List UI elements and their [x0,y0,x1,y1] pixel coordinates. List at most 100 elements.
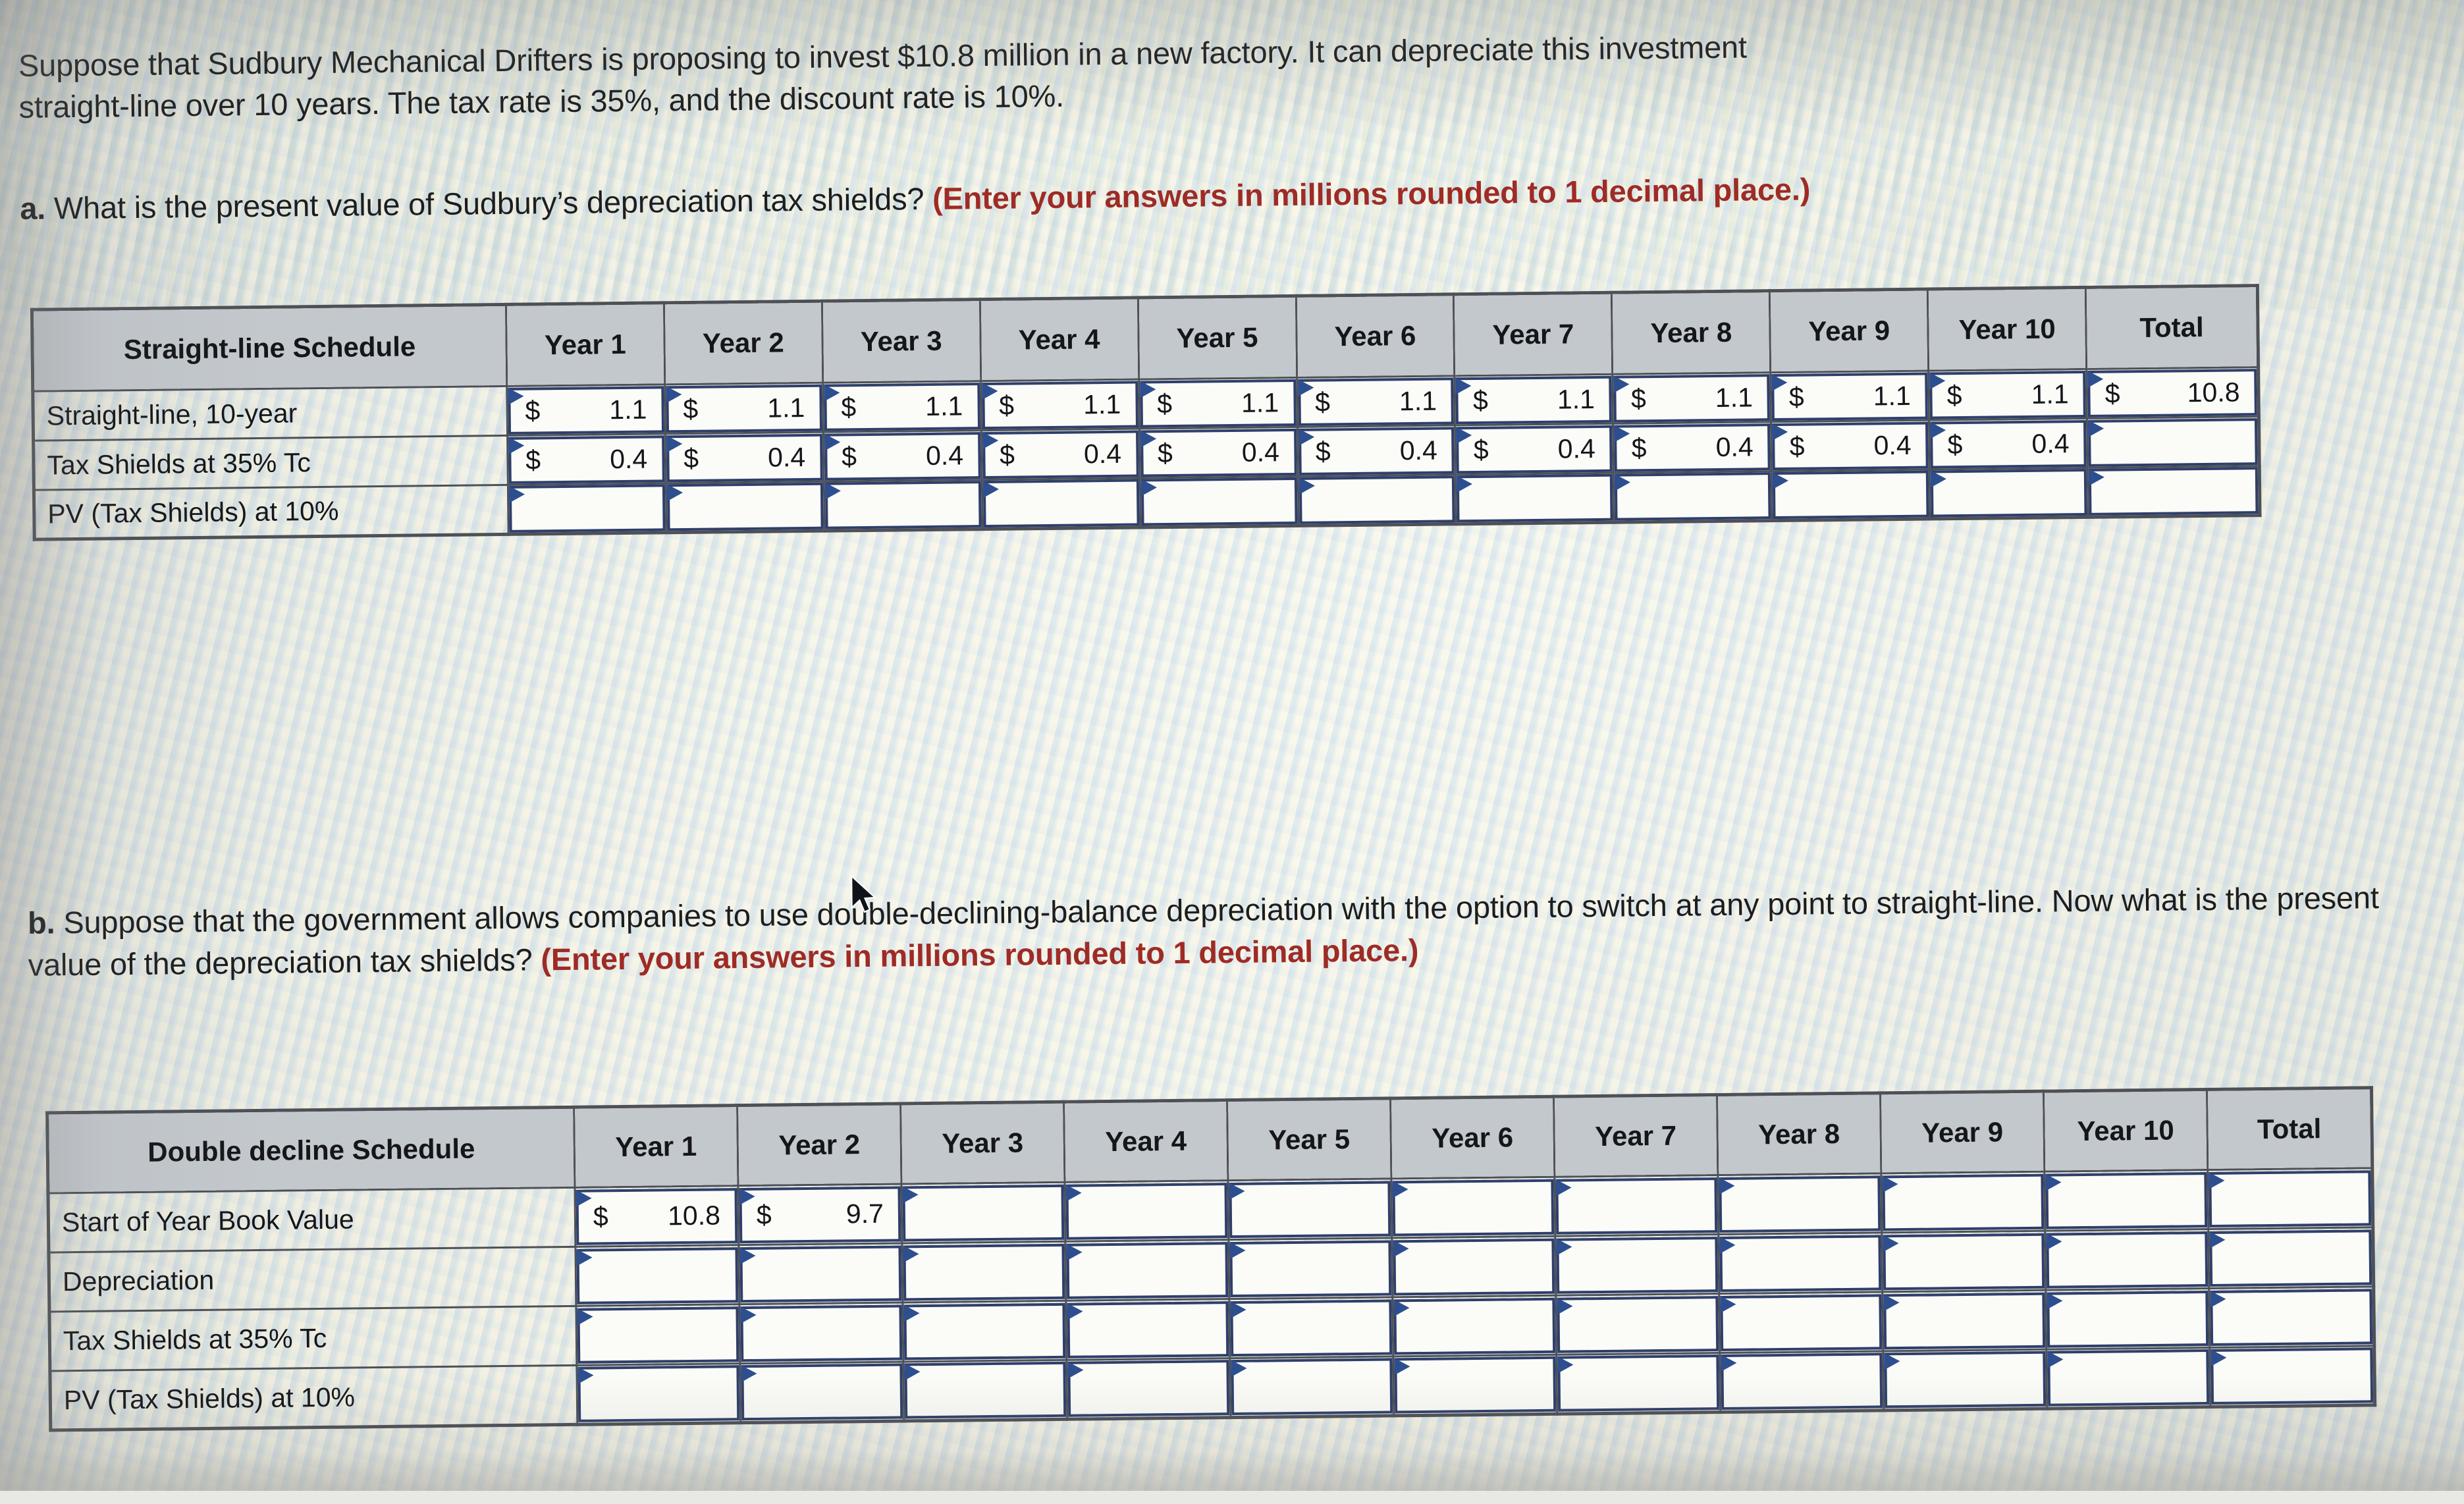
answer-input-field[interactable] [2210,1347,2373,1405]
answer-input-field[interactable] [2209,1170,2371,1227]
answer-input-field[interactable] [741,1363,903,1420]
answer-cell [1391,1177,1555,1238]
answer-input-field[interactable]: $9.7 [739,1186,901,1243]
answer-input-field[interactable] [1067,1301,1229,1358]
answer-cell [2209,1227,2374,1289]
answer-input-field[interactable] [740,1304,902,1362]
answer-input-field[interactable] [2210,1289,2372,1346]
answer-input-field[interactable] [1719,1175,1881,1233]
answer-input-field[interactable] [1882,1173,2044,1231]
part-b-label: b. [28,905,55,940]
answer-cell [1065,1240,1229,1301]
answer-input-field[interactable]: $1.1 [1140,379,1297,427]
answer-input-field[interactable]: $1.1 [1771,372,1928,421]
answer-input-field[interactable] [577,1306,739,1364]
answer-cell: $10.8 [575,1186,739,1247]
answer-input-field[interactable] [1231,1358,1393,1415]
answer-cell [1555,1235,1719,1296]
answer-input-field[interactable] [1773,471,1929,520]
answer-input-field[interactable] [1557,1355,1719,1412]
answer-input-field[interactable] [576,1247,738,1304]
answer-input-field[interactable]: $0.4 [982,430,1139,479]
answer-input-field[interactable] [903,1243,1065,1301]
answer-input-field[interactable] [1065,1183,1227,1240]
table-a-col-year-5: Year 5 [1138,296,1297,379]
answer-input-field[interactable] [2047,1291,2209,1348]
answer-cell [1720,1351,1884,1412]
answer-input-field[interactable] [1066,1242,1228,1299]
answer-cell [739,1243,903,1304]
answer-input-field[interactable]: $10.8 [2087,369,2257,417]
answer-input-field[interactable] [1457,474,1613,523]
answer-input-field[interactable] [1555,1177,1717,1235]
answer-input-field[interactable] [902,1184,1064,1241]
answer-input-field[interactable]: $10.8 [576,1188,737,1245]
answer-input-field[interactable] [1140,477,1297,526]
answer-input-field[interactable] [2209,1229,2372,1287]
answer-cell [1719,1292,1883,1353]
answer-input-field[interactable]: $0.4 [1772,421,1929,470]
answer-input-field[interactable] [903,1303,1065,1360]
answer-input-field[interactable]: $1.1 [1298,377,1455,426]
answer-input-field[interactable] [1883,1233,2045,1290]
answer-input-field[interactable] [1931,469,2087,518]
answer-input-field[interactable] [667,483,824,531]
answer-input-field[interactable]: $1.1 [982,381,1138,429]
answer-cell [2046,1288,2210,1349]
answer-cell [739,1303,903,1364]
answer-input-field[interactable] [1557,1296,1719,1353]
answer-input-field[interactable]: $0.4 [824,432,981,481]
answer-input-field[interactable] [2046,1231,2208,1289]
answer-input-field[interactable] [1392,1179,1554,1236]
cell-value: 1.1 [1873,382,1925,410]
currency-symbol: $ [668,395,698,422]
answer-input-field[interactable] [1720,1294,1882,1351]
answer-input-field[interactable] [1229,1181,1391,1238]
answer-input-field[interactable] [577,1365,739,1422]
answer-input-field[interactable] [1393,1297,1555,1355]
answer-input-field[interactable]: $1.1 [1929,370,2086,419]
answer-input-field[interactable] [1067,1360,1229,1417]
answer-input-field[interactable]: $1.1 [508,386,664,435]
answer-input-field[interactable] [2047,1349,2209,1407]
answer-input-field[interactable]: $0.4 [1299,427,1455,475]
answer-input-field[interactable] [904,1362,1066,1419]
answer-input-field[interactable]: $1.1 [1614,374,1771,423]
answer-input-field[interactable] [1394,1356,1556,1414]
answer-input-field[interactable]: $0.4 [508,435,665,484]
answer-input-field[interactable] [739,1245,901,1303]
answer-input-field[interactable]: $1.1 [1456,375,1613,424]
answer-input-field[interactable]: $1.1 [824,383,980,431]
answer-input-field[interactable]: $1.1 [666,384,822,433]
answer-cell [901,1182,1065,1243]
answer-input-field[interactable] [1299,475,1455,524]
answer-input-field[interactable] [1393,1238,1555,1295]
answer-input-field[interactable] [825,481,982,529]
answer-input-field[interactable]: $0.4 [1930,419,2087,468]
answer-input-field[interactable]: $0.4 [1456,425,1613,473]
row-label: PV (Tax Shields) at 10% [34,485,508,539]
answer-cell: $1.1 [1613,373,1771,424]
answer-input-field[interactable] [1721,1353,1883,1410]
answer-input-field[interactable] [509,484,666,533]
answer-input-field[interactable] [1230,1299,1392,1356]
answer-input-field[interactable]: $0.4 [1614,423,1771,472]
answer-input-field[interactable] [1615,472,1771,521]
answer-input-field[interactable]: $0.4 [666,433,823,482]
cell-value: 0.4 [1084,440,1136,468]
row-label: Tax Shields at 35% Tc [49,1306,577,1371]
answer-input-field[interactable] [2088,418,2258,467]
answer-input-field[interactable] [982,479,1139,528]
answer-input-field[interactable]: $0.4 [1140,428,1297,477]
answer-input-field[interactable] [1719,1235,1881,1292]
answer-input-field[interactable] [1229,1240,1391,1297]
answer-input-field[interactable] [2045,1172,2207,1229]
answer-input-field[interactable] [1884,1351,2046,1409]
table-b-col-total: Total [2207,1088,2372,1170]
answer-input-field[interactable] [1556,1237,1718,1294]
answer-input-field[interactable] [2089,467,2259,516]
currency-symbol: $ [1143,439,1173,466]
answer-input-field[interactable] [1883,1292,2045,1349]
answer-cell [1230,1356,1394,1418]
cell-value: 1.1 [609,396,661,423]
